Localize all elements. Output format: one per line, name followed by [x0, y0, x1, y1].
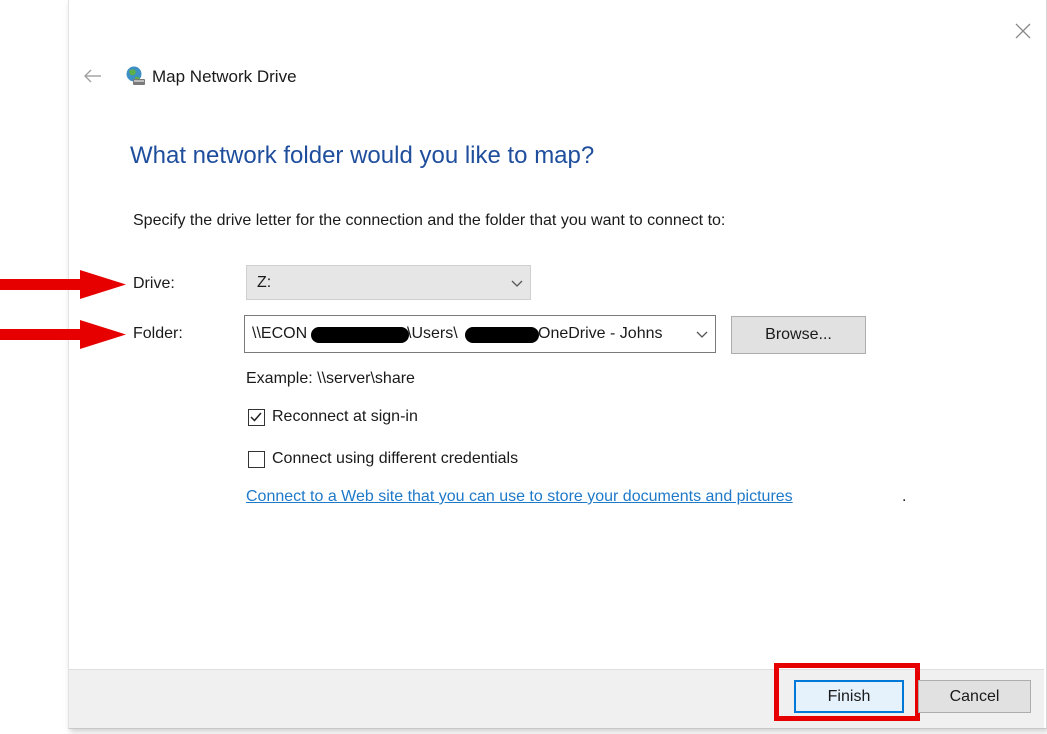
close-button[interactable]: [1010, 18, 1036, 44]
page-heading: What network folder would you like to ma…: [130, 142, 595, 169]
reconnect-label[interactable]: Reconnect at sign-in: [272, 408, 418, 426]
close-icon: [1015, 23, 1031, 39]
back-button[interactable]: [82, 65, 104, 87]
annotation-arrow-drive: [0, 270, 126, 299]
chevron-down-icon[interactable]: [695, 328, 709, 342]
drive-select[interactable]: Z:: [246, 265, 531, 300]
back-arrow-icon: [84, 69, 101, 83]
cancel-button[interactable]: Cancel: [918, 680, 1031, 713]
dialog-title: Map Network Drive: [152, 67, 297, 86]
different-credentials-checkbox[interactable]: [248, 451, 265, 468]
drive-select-value: Z:: [257, 274, 272, 291]
different-credentials-label[interactable]: Connect using different credentials: [272, 450, 518, 468]
folder-path-part-2: \Users\: [407, 325, 458, 342]
annotation-arrow-folder: [0, 320, 126, 349]
redaction-mark: [465, 327, 539, 343]
instructions-text: Specify the drive letter for the connect…: [133, 212, 726, 229]
web-site-link[interactable]: Connect to a Web site that you can use t…: [246, 488, 793, 506]
map-network-drive-dialog: [68, 0, 1047, 729]
drive-label: Drive:: [133, 275, 175, 292]
folder-combobox[interactable]: \\ECON \Users\ OneDrive - Johns: [244, 315, 716, 353]
finish-highlight-box: [774, 663, 920, 721]
redaction-mark: [311, 327, 409, 343]
folder-path-part-1: \\ECON: [252, 325, 308, 342]
example-text: Example: \\server\share: [246, 370, 415, 387]
browse-button[interactable]: Browse...: [731, 316, 866, 354]
network-drive-icon: [124, 65, 146, 87]
checkmark-icon: [250, 412, 262, 422]
chevron-down-icon: [511, 280, 523, 287]
reconnect-checkbox[interactable]: [248, 409, 265, 426]
folder-label: Folder:: [133, 325, 183, 342]
folder-path-part-3: OneDrive - Johns: [538, 325, 663, 342]
link-trailing-period: .: [902, 488, 907, 505]
